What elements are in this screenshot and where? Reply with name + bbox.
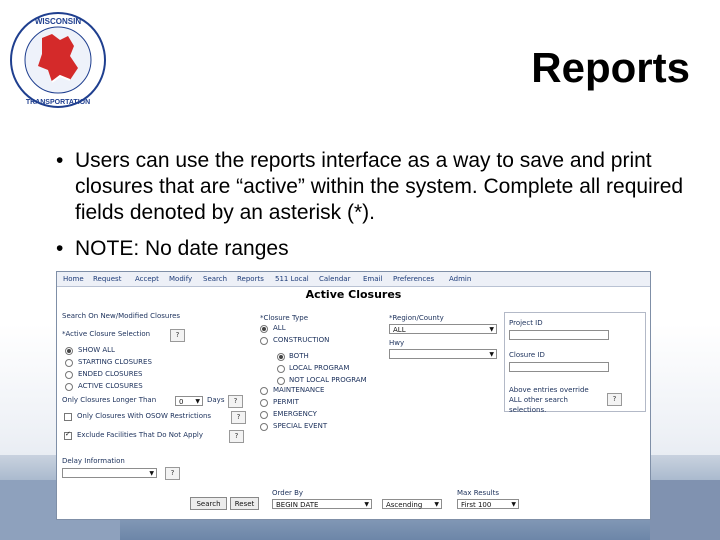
max-results-select[interactable]: First 100 ▼ [457,499,519,509]
osow-label: Only Closures With OSOW Restrictions [77,412,212,420]
radio-label: LOCAL PROGRAM [289,364,350,372]
radio-label: CONSTRUCTION [273,336,330,344]
radio-sub-local[interactable] [277,365,285,373]
id-search-panel: Project ID Closure ID Above entries over… [504,312,646,414]
order-by-value: BEGIN DATE [276,501,319,509]
radio-active[interactable] [65,383,73,391]
order-by-select[interactable]: BEGIN DATE ▼ [272,499,372,509]
nav-accept[interactable]: Accept [135,275,159,283]
help-button[interactable]: ? [231,411,246,424]
help-button[interactable]: ? [229,430,244,443]
bullet-item: Users can use the reports interface as a… [56,148,696,226]
nav-search[interactable]: Search [203,275,227,283]
top-nav: Home Request Accept Modify Search Report… [57,272,650,287]
closure-id-input[interactable] [509,362,609,372]
chevron-down-icon: ▼ [149,470,154,477]
hwy-select[interactable]: ▼ [389,349,497,359]
slide-title: Reports [531,44,690,91]
nav-request[interactable]: Request [93,275,121,283]
closure-type-label: *Closure Type [260,314,309,322]
nav-admin[interactable]: Admin [449,275,471,283]
nav-preferences[interactable]: Preferences [393,275,434,283]
radio-label: EMERGENCY [273,410,317,418]
radio-special-event[interactable] [260,423,268,431]
max-results-value: First 100 [461,501,492,509]
nav-511-local[interactable]: 511 Local [275,275,309,283]
wisdot-logo: WISCONSIN TRANSPORTATION [10,12,106,108]
search-on-label: Search On New/Modified Closures [62,312,181,320]
chevron-down-icon: ▼ [364,501,369,508]
svg-text:TRANSPORTATION: TRANSPORTATION [26,99,90,106]
nav-home[interactable]: Home [63,275,84,283]
svg-text:WISCONSIN: WISCONSIN [35,17,81,26]
days-select[interactable]: 0 ▼ [175,396,203,406]
region-label: *Region/County [389,314,444,322]
radio-type-construction[interactable] [260,337,268,345]
radio-label: MAINTENANCE [273,386,325,394]
radio-maintenance[interactable] [260,387,268,395]
osow-checkbox[interactable] [64,413,72,421]
help-button[interactable]: ? [228,395,243,408]
hwy-label: Hwy [389,339,405,347]
nav-reports[interactable]: Reports [237,275,264,283]
page-title: Active Closures [305,288,402,301]
radio-label: SHOW ALL [78,346,115,354]
bullet-list: Users can use the reports interface as a… [56,148,696,272]
chevron-down-icon: ▼ [434,501,439,508]
closure-id-label: Closure ID [509,351,545,359]
chevron-down-icon: ▼ [195,398,200,405]
radio-emergency[interactable] [260,411,268,419]
radio-label: ALL [273,324,286,332]
radio-permit[interactable] [260,399,268,407]
reset-button[interactable]: Reset [230,497,259,510]
region-value: ALL [393,326,406,334]
radio-label: STARTING CLOSURES [78,358,152,366]
project-id-input[interactable] [509,330,609,340]
days-label: Days [207,396,225,404]
radio-label: SPECIAL EVENT [273,422,328,430]
help-button[interactable]: ? [170,329,185,342]
radio-label: BOTH [289,352,309,360]
max-results-label: Max Results [457,489,499,497]
exclude-checkbox[interactable] [64,430,72,440]
radio-label: ENDED CLOSURES [78,370,143,378]
chevron-down-icon: ▼ [511,501,516,508]
nav-modify[interactable]: Modify [169,275,192,283]
radio-label: NOT LOCAL PROGRAM [289,376,367,384]
radio-sub-both[interactable] [277,353,285,361]
exclude-label: Exclude Facilities That Do Not Apply [77,431,203,439]
radio-sub-not-local[interactable] [277,377,285,385]
longer-than-label: Only Closures Longer Than [62,396,157,404]
override-note: Above entries override ALL other search … [509,386,589,414]
help-button[interactable]: ? [607,393,622,406]
radio-ended[interactable] [65,371,73,379]
order-by-label: Order By [272,489,304,497]
search-button[interactable]: Search [190,497,227,510]
nav-calendar[interactable]: Calendar [319,275,350,283]
direction-value: Ascending [386,501,423,509]
region-select[interactable]: ALL ▼ [389,324,497,334]
radio-starting[interactable] [65,359,73,367]
days-value: 0 [179,398,184,406]
radio-label: ACTIVE CLOSURES [78,382,143,390]
bullet-item: NOTE: No date ranges [56,236,696,262]
nav-email[interactable]: Email [363,275,382,283]
chevron-down-icon: ▼ [489,351,494,358]
radio-type-all[interactable] [260,325,268,333]
help-button[interactable]: ? [165,467,180,480]
direction-select[interactable]: Ascending ▼ [382,499,442,509]
project-id-label: Project ID [509,319,543,327]
chevron-down-icon: ▼ [489,326,494,333]
active-selection-label: *Active Closure Selection [62,330,151,338]
delay-select[interactable]: ▼ [62,468,157,478]
radio-show-all[interactable] [65,347,73,355]
radio-label: PERMIT [273,398,299,406]
app-screenshot: Home Request Accept Modify Search Report… [56,271,651,520]
delay-label: Delay Information [62,457,125,465]
